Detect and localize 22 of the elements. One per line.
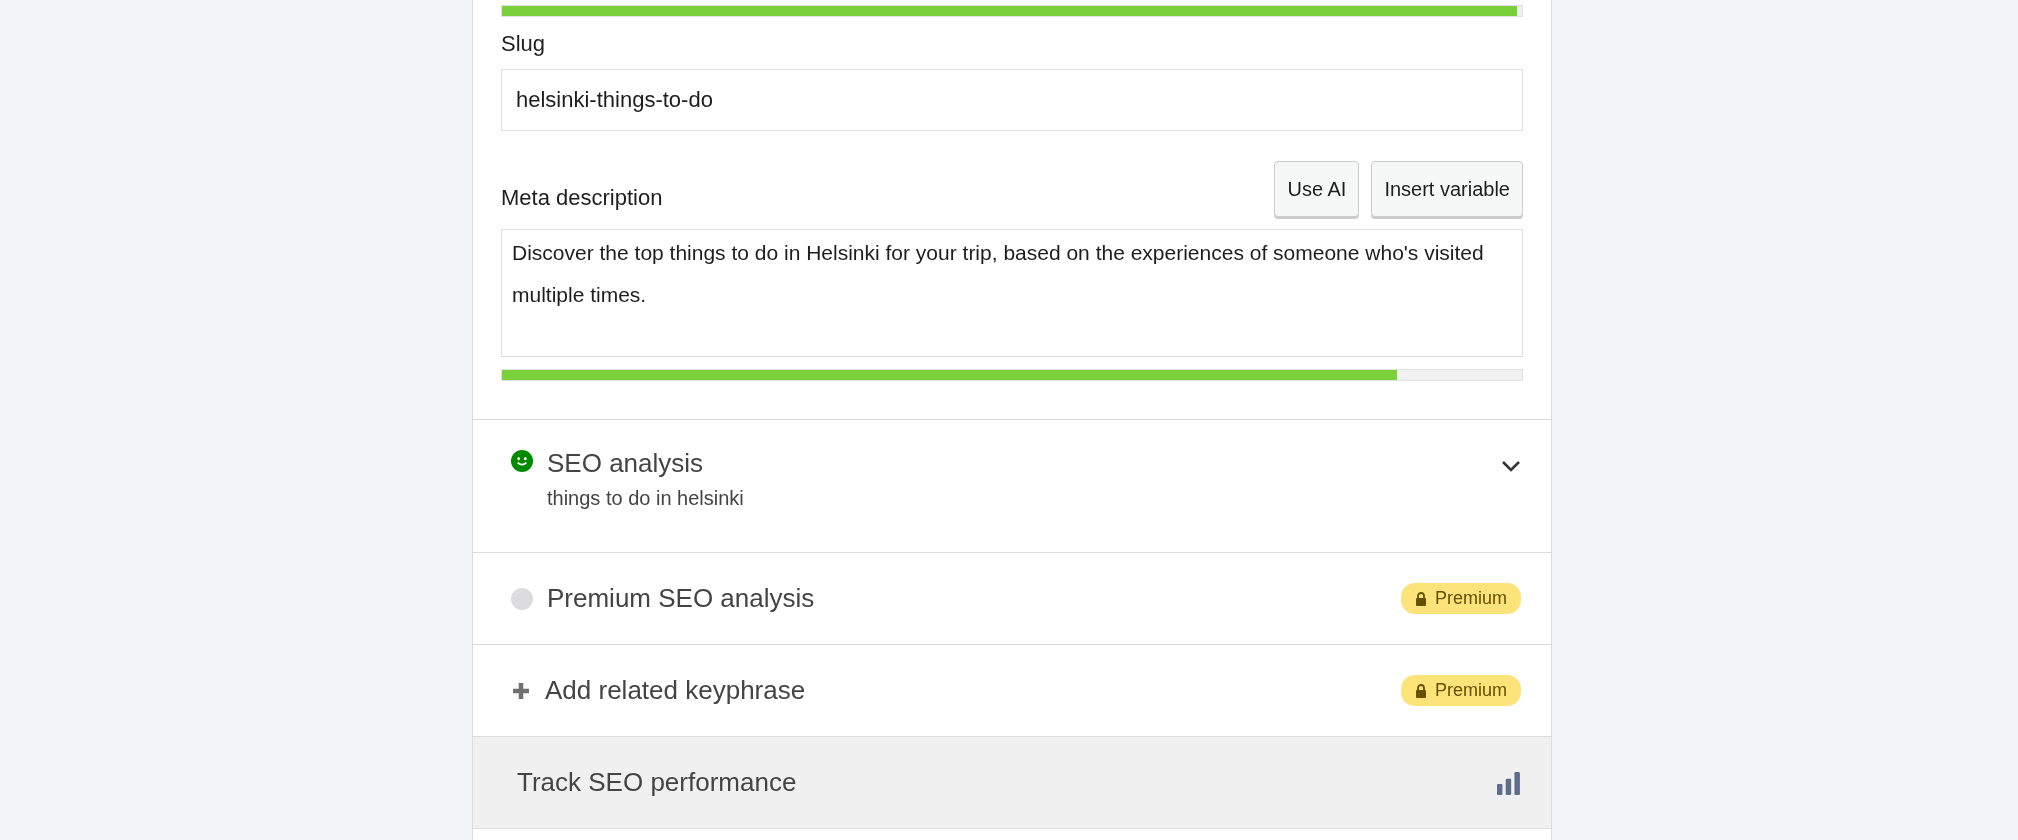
section-title: Track SEO performance: [517, 767, 798, 798]
premium-badge: Premium: [1401, 675, 1521, 706]
smiley-icon: [511, 450, 533, 472]
description-field[interactable]: Discover the top things to do in Helsinki for your trip, based on the experiences of someone who's visited multiple times.: [501, 229, 1523, 357]
slug-field[interactable]: helsinki-things-to-do: [501, 69, 1523, 131]
section-row[interactable]: SEO analysis things to do in helsinki: [473, 419, 1551, 552]
plus-icon: [511, 680, 531, 701]
lock-icon: [1415, 683, 1427, 698]
keyphrase-text: things to do in helsinki: [547, 487, 745, 510]
lock-icon: [1415, 591, 1427, 606]
chevron-down-icon[interactable]: [1501, 460, 1521, 472]
bar-chart-icon: [1497, 770, 1521, 795]
section-title: Add related keyphrase: [545, 675, 807, 706]
section-title: SEO analysis: [547, 448, 705, 479]
toolbar-button[interactable]: Insert variable: [1371, 161, 1523, 217]
toolbar-button[interactable]: Use AI: [1274, 161, 1360, 217]
premium-badge: Premium: [1401, 583, 1521, 614]
field-label: Slug: [501, 31, 547, 57]
section-row[interactable]: Premium SEO analysis Premium: [473, 552, 1551, 644]
field-label: Meta description: [501, 185, 663, 211]
status-dot-icon: [511, 587, 533, 610]
section-title: Premium SEO analysis: [547, 583, 816, 614]
